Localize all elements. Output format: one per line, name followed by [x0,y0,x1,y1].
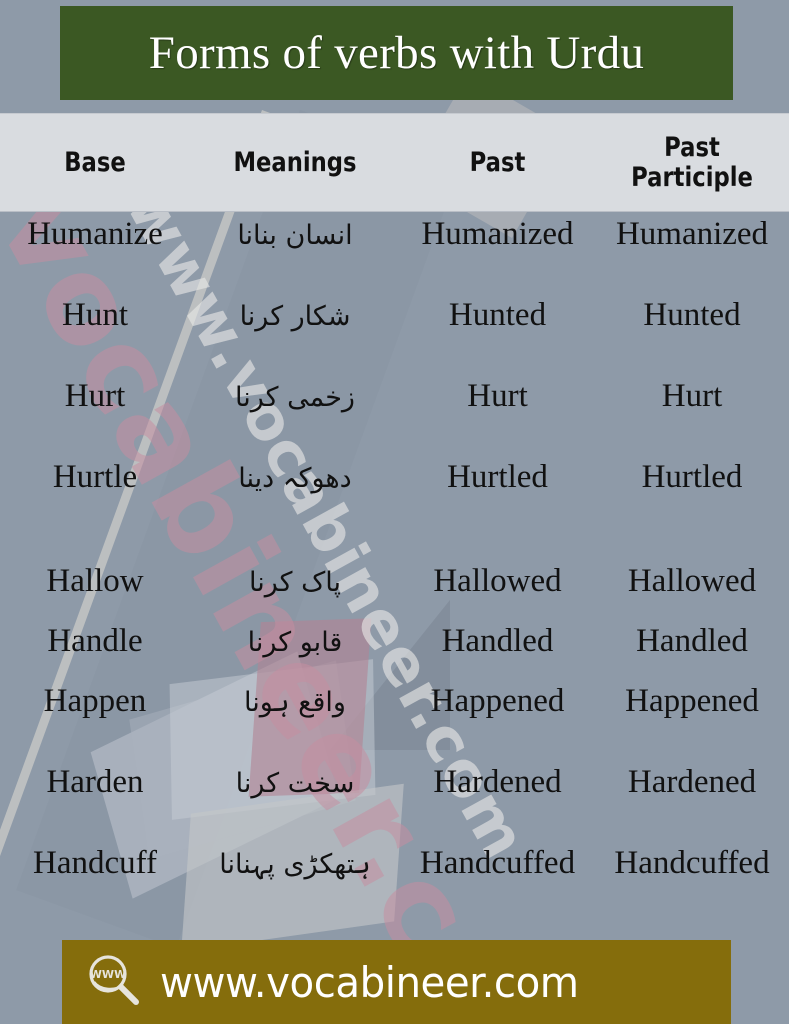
cell-past-participle: Hurt [661,378,723,414]
column-header-past-participle-line2: Participle [631,161,753,193]
cell-meaning-urdu: ہتھکڑی پہنانا [219,849,371,880]
table-row: Hurtle دھوکہ دینا Hurtled Hurtled [0,459,789,540]
cell-past-participle: Hunted [643,297,741,333]
cell-past-participle: Hallowed [627,563,757,599]
cell-base: Humanize [27,216,163,252]
cell-past: Handled [441,623,554,659]
table-body: Humanize انسان بنانا Humanized Humanized… [0,212,789,926]
table-row: Hurt زخمی کرنا Hurt Hurt [0,378,789,459]
cell-past-participle: Happened [625,683,759,719]
table-row: Handcuff ہتھکڑی پہنانا Handcuffed Handcu… [0,845,789,926]
column-header-meanings: Meanings [233,146,357,178]
cell-past-participle: Hurtled [641,459,743,495]
column-header-past-participle: Past Participle [611,133,774,191]
cell-past: Hunted [448,297,547,333]
cell-past-participle: Handled [636,623,748,659]
table-row: Hunt شکار کرنا Hunted Hunted [0,297,789,378]
cell-past: Humanized [421,216,574,252]
cell-past: Hurt [467,378,528,414]
cell-meaning-urdu: انسان بنانا [237,220,353,251]
cell-base: Hurtle [52,459,138,495]
cell-meaning-urdu: زخمی کرنا [235,382,355,413]
cell-meaning-urdu: سخت کرنا [235,768,355,799]
cell-meaning-urdu: قابو کرنا [247,627,343,658]
cell-base: Handcuff [32,845,157,881]
table-row: Happen واقع ہونا Happened Happened [0,683,789,764]
table-row: Humanize انسان بنانا Humanized Humanized [0,216,789,297]
verb-forms-table: Base Meanings Past Past Participle Human… [0,113,789,926]
cell-meaning-urdu: واقع ہونا [244,687,346,718]
cell-meaning-urdu: دھوکہ دینا [238,463,352,494]
cell-base: Hurt [64,378,126,414]
footer-bar: WWW www.vocabineer.com [62,940,731,1024]
magnifier-www-icon: WWW [84,951,142,1014]
title-banner: Forms of verbs with Urdu [60,6,733,100]
footer-website-url: www.vocabineer.com [160,957,579,1007]
cell-base: Hunt [62,297,128,333]
cell-past: Hurtled [447,459,548,495]
table-row: Handle قابو کرنا Handled Handled [0,623,789,683]
table-row: Harden سخت کرنا Hardened Hardened [0,764,789,845]
svg-text:WWW: WWW [90,968,126,981]
column-header-past: Past [469,146,526,178]
column-header-past-participle-line1: Past [664,132,720,164]
table-header-row: Base Meanings Past Past Participle [0,113,789,212]
table-row: Hallow پاک کرنا Hallowed Hallowed [0,563,789,623]
column-header-base: Base [64,146,126,178]
cell-past-participle: Hardened [627,764,757,800]
cell-base: Hallow [46,563,144,599]
slide-canvas: vocabineer.com www.vocabineer.com Forms … [0,0,789,1024]
cell-meaning-urdu: شکار کرنا [239,301,351,332]
cell-past-participle: Handcuffed [614,845,770,881]
cell-base: Happen [43,683,147,719]
cell-past: Hardened [433,764,562,800]
cell-base: Harden [46,764,144,800]
cell-past: Handcuffed [419,845,576,881]
page-title: Forms of verbs with Urdu [148,26,645,79]
cell-past: Happened [430,683,565,719]
cell-meaning-urdu: پاک کرنا [249,567,341,598]
cell-past-participle: Humanized [615,216,769,252]
cell-past: Hallowed [433,563,562,599]
cell-base: Handle [47,623,143,659]
